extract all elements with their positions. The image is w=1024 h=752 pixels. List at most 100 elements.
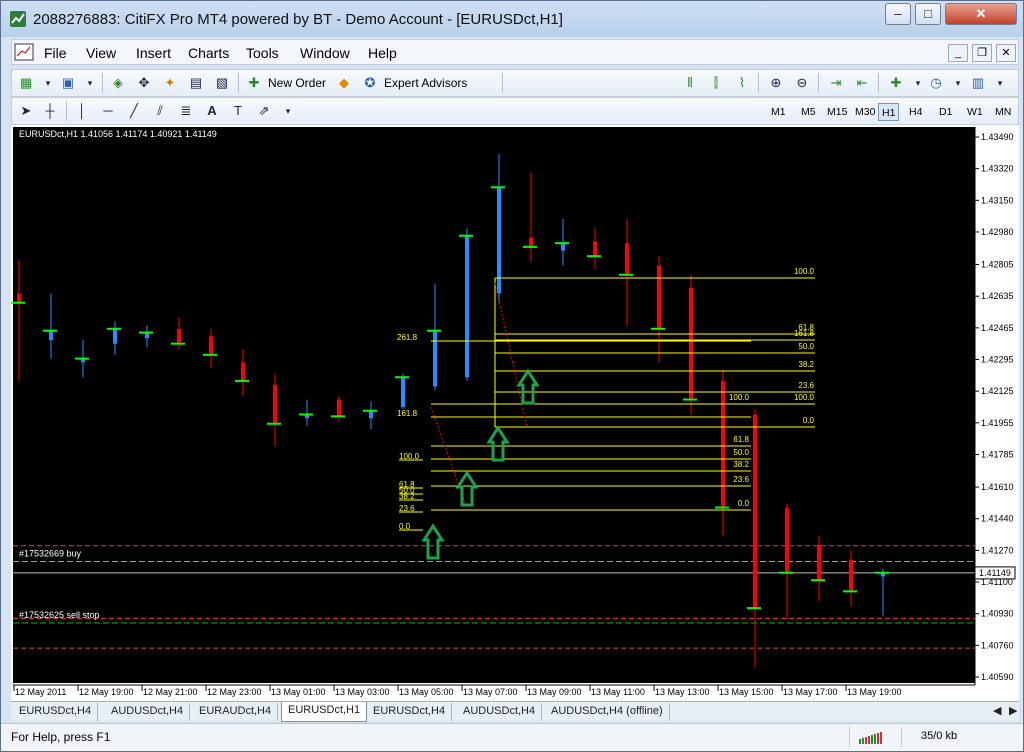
channel-icon[interactable]: ⫽ — [150, 102, 170, 120]
fib-level-label: 38.2 — [733, 460, 749, 469]
fib-level-label: 38.2 — [798, 360, 814, 369]
timeframe-m30-button[interactable]: M30 — [852, 103, 878, 121]
mdi-close-button[interactable]: ✕ — [996, 44, 1016, 62]
tab-scroll-right-icon[interactable]: ▶ — [1003, 703, 1023, 721]
periods-icon[interactable]: ◷ — [926, 74, 946, 92]
chart-shift-icon[interactable]: ⇤ — [852, 74, 872, 92]
new-order-icon[interactable]: ✚ — [244, 74, 264, 92]
chart-tab[interactable]: EURUSDct,H4 — [13, 703, 99, 721]
price-chart[interactable]: EURUSDct,H1 1.41056 1.41174 1.40921 1.41… — [11, 125, 1019, 701]
candle-body — [401, 377, 405, 407]
time-tick-label: 12 May 21:00 — [143, 687, 198, 697]
candle-body — [369, 410, 373, 419]
vertical-line-icon[interactable]: │ — [72, 102, 92, 120]
candle-body — [689, 287, 693, 400]
expert-advisors-button[interactable]: Expert Advisors — [384, 76, 467, 90]
expert-advisors-icon[interactable]: ✪ — [360, 74, 380, 92]
menu-tools[interactable]: Tools — [246, 45, 279, 61]
timeframe-h1-button[interactable]: H1 — [878, 103, 900, 121]
arrows-icon[interactable]: ⇗ — [254, 102, 274, 120]
price-tick-label: 1.40760 — [981, 640, 1014, 650]
timeframe-d1-button[interactable]: D1 — [936, 103, 955, 121]
candle-body — [49, 330, 53, 340]
chart-tab[interactable]: AUDUSDct,H4 (offline) — [545, 703, 670, 721]
market-watch-icon[interactable]: ◈ — [108, 74, 128, 92]
terminal-icon[interactable]: ✦ — [160, 74, 180, 92]
new-order-button[interactable]: New Order — [268, 76, 326, 90]
chart-tab[interactable]: AUDUSDct,H4 — [105, 703, 191, 721]
chart-tab[interactable]: EURUSDct,H1 — [281, 702, 368, 722]
chart-plot-area[interactable] — [13, 127, 975, 683]
timeframe-h4-button[interactable]: H4 — [906, 103, 925, 121]
candle-body — [657, 265, 661, 329]
fibonacci-icon[interactable]: ≣ — [176, 102, 196, 120]
candle-body — [209, 336, 213, 355]
status-bar: For Help, press F1 35/0 kb — [1, 723, 1023, 751]
text-label-icon[interactable]: T — [228, 102, 248, 120]
cursor-icon[interactable]: ➤ — [16, 102, 36, 120]
data-window-icon[interactable]: ▧ — [212, 74, 232, 92]
chart-tab[interactable]: EURAUDct,H4 — [193, 703, 279, 721]
timeframe-mn-button[interactable]: MN — [992, 103, 1014, 121]
fib-level-label: 0.0 — [738, 499, 750, 508]
fib-level-label: 50.0 — [798, 342, 814, 351]
title-bar[interactable]: 2088276883: CitiFX Pro MT4 powered by BT… — [1, 1, 1023, 37]
chart-tab[interactable]: AUDUSDct,H4 — [457, 703, 543, 721]
close-button[interactable]: ✕ — [945, 3, 1017, 25]
timeframe-m5-button[interactable]: M5 — [798, 103, 819, 121]
candle-body — [433, 330, 437, 387]
crosshair-icon[interactable]: ┼ — [40, 102, 60, 120]
menu-view[interactable]: View — [86, 45, 116, 61]
horizontal-line-icon[interactable]: ─ — [98, 102, 118, 120]
maximize-button[interactable]: □ — [915, 3, 941, 25]
templates-icon[interactable]: ▥ — [968, 74, 988, 92]
menu-window[interactable]: Window — [300, 45, 350, 61]
metaeditor-icon[interactable]: ◆ — [334, 74, 354, 92]
profiles-icon[interactable]: ▣ — [58, 74, 78, 92]
fib-level-label: 50.0 — [733, 448, 749, 457]
standard-toolbar: ▦ ▾ ▣ ▾ ◈ ✥ ✦ ▤ ▧ ✚ New Order ◆ ✪ Expert… — [11, 69, 1019, 97]
chart-tab[interactable]: EURUSDct,H4 — [367, 703, 453, 721]
price-tick-label: 1.43490 — [981, 132, 1014, 142]
price-tick-label: 1.41955 — [981, 418, 1014, 428]
line-chart-icon[interactable]: ⌇ — [732, 74, 752, 92]
minimize-button[interactable]: ‒ — [885, 3, 911, 25]
dropdown-arrow-icon[interactable]: ▾ — [990, 74, 1010, 92]
time-tick-label: 13 May 19:00 — [847, 687, 902, 697]
price-tick-label: 1.42635 — [981, 291, 1014, 301]
bar-chart-icon[interactable]: ⫴ — [680, 74, 700, 92]
tester-icon[interactable]: ▤ — [186, 74, 206, 92]
menu-help[interactable]: Help — [368, 45, 397, 61]
buy-order-label: #17532669 buy — [19, 549, 82, 559]
dropdown-arrow-icon[interactable]: ▾ — [948, 74, 968, 92]
mdi-restore-button[interactable]: ❐ — [972, 44, 992, 62]
candle-body — [241, 362, 245, 381]
chart-area[interactable]: EURUSDct,H1 1.41056 1.41174 1.40921 1.41… — [11, 125, 1019, 701]
dropdown-arrow-icon[interactable]: ▾ — [278, 102, 298, 120]
timeframe-m1-button[interactable]: M1 — [768, 103, 789, 121]
zoom-out-icon[interactable]: ⊖ — [792, 74, 812, 92]
timeframe-w1-button[interactable]: W1 — [964, 103, 986, 121]
fib-level-label: 0.0 — [399, 522, 411, 531]
status-traffic: 35/0 kb — [921, 730, 958, 742]
mdi-minimize-button[interactable]: _ — [948, 44, 968, 62]
new-chart-icon[interactable]: ▦ — [16, 74, 36, 92]
navigator-icon[interactable]: ✥ — [134, 74, 154, 92]
timeframe-m15-button[interactable]: M15 — [824, 103, 850, 121]
text-icon[interactable]: A — [202, 102, 222, 120]
chart-window-icon[interactable] — [14, 43, 34, 61]
auto-scroll-icon[interactable]: ⇥ — [826, 74, 846, 92]
candle-body — [337, 399, 341, 417]
trendline-icon[interactable]: ╱ — [124, 102, 144, 120]
menu-charts[interactable]: Charts — [188, 45, 229, 61]
zoom-in-icon[interactable]: ⊕ — [766, 74, 786, 92]
candle-body — [817, 544, 821, 581]
dropdown-arrow-icon[interactable]: ▾ — [80, 74, 100, 92]
menu-insert[interactable]: Insert — [136, 45, 171, 61]
dropdown-arrow-icon[interactable]: ▾ — [38, 74, 58, 92]
candlesticks-icon[interactable]: ⫿ — [706, 74, 726, 92]
dropdown-arrow-icon[interactable]: ▾ — [908, 74, 928, 92]
fib-level-label: 61.8 — [733, 435, 749, 444]
indicators-icon[interactable]: ✚ — [886, 74, 906, 92]
menu-file[interactable]: File — [44, 45, 67, 61]
